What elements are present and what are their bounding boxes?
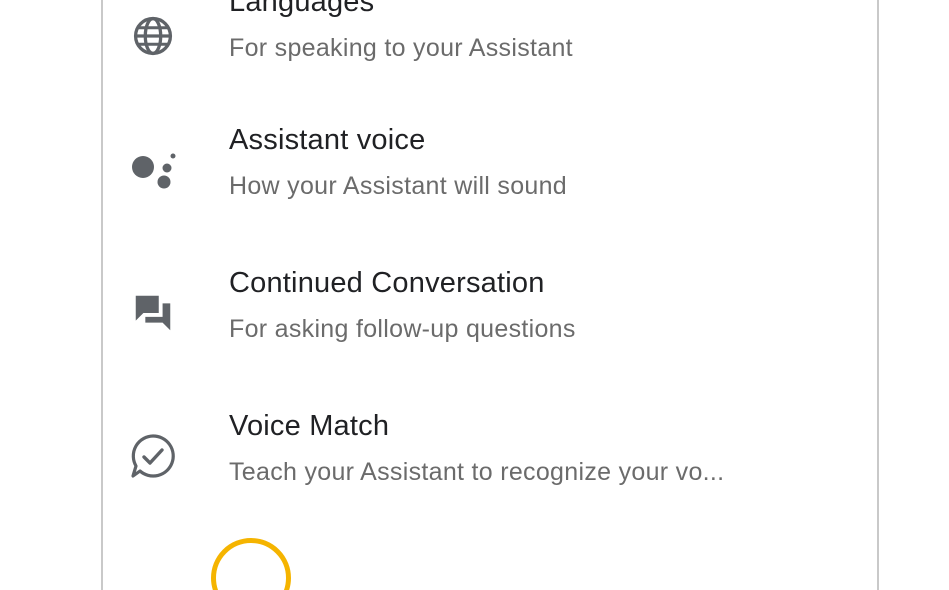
- settings-item-subtitle: Teach your Assistant to recognize your v…: [229, 458, 725, 486]
- settings-item-subtitle: For speaking to your Assistant: [229, 34, 573, 62]
- settings-item-title: Voice Match: [229, 410, 390, 442]
- settings-item-title: Assistant voice: [229, 124, 426, 156]
- settings-item-subtitle: How your Assistant will sound: [229, 172, 568, 200]
- next-item-icon-partial: [211, 538, 291, 590]
- settings-item-assistant-voice[interactable]: Assistant voice How your Assistant will …: [103, 106, 877, 248]
- globe-icon: [129, 12, 177, 60]
- assistant-dots-icon: [129, 146, 177, 194]
- voice-match-check-icon: [129, 432, 177, 480]
- settings-item-title: Continued Conversation: [229, 267, 545, 299]
- settings-item-languages[interactable]: Languages For speaking to your Assistant: [103, 0, 877, 106]
- settings-item-voice-match[interactable]: Voice Match Teach your Assistant to reco…: [103, 392, 877, 534]
- settings-item-subtitle: For asking follow-up questions: [229, 315, 576, 343]
- chat-bubbles-icon: [129, 289, 177, 337]
- settings-item-continued-conversation[interactable]: Continued Conversation For asking follow…: [103, 249, 877, 391]
- settings-panel: Languages For speaking to your Assistant…: [101, 0, 879, 590]
- settings-item-title: Languages: [229, 0, 375, 18]
